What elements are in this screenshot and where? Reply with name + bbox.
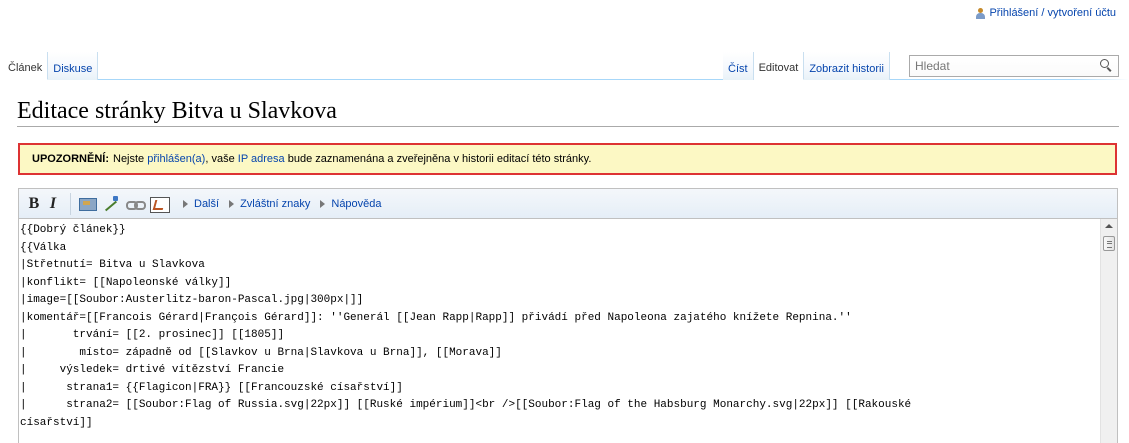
image-icon[interactable] xyxy=(149,194,170,214)
edit-toolbar: B I Další Zvláštní znaky Nápověda xyxy=(19,189,1117,219)
wikitext-content: {{Dobrý článek}} {{Válka |Střetnutí= Bit… xyxy=(20,224,912,429)
italic-button[interactable]: I xyxy=(45,194,61,214)
tab-history[interactable]: Zobrazit historii xyxy=(804,52,890,80)
ip-address-link[interactable]: IP adresa xyxy=(238,153,285,165)
menu-help-label: Nápověda xyxy=(331,197,382,210)
menu-more[interactable]: Další xyxy=(183,198,219,210)
title-divider xyxy=(17,126,1119,127)
scrollbar-thumb[interactable] xyxy=(1103,236,1115,251)
login-link[interactable]: Přihlášení / vytvoření účtu xyxy=(989,7,1116,19)
link-icon[interactable] xyxy=(125,194,146,214)
warning-text-2: , vaše xyxy=(205,153,235,165)
tab-edit-label: Editovat xyxy=(758,62,799,74)
menu-help[interactable]: Nápověda xyxy=(320,197,382,210)
wikitext-textarea[interactable]: {{Dobrý článek}} {{Válka |Střetnutí= Bit… xyxy=(19,219,1117,443)
tab-read-label: Číst xyxy=(728,63,748,75)
warning-text-1: Nejste xyxy=(113,153,145,165)
triangle-right-icon xyxy=(320,199,326,208)
personal-tools: Přihlášení / vytvoření účtu xyxy=(976,7,1116,19)
view-tabs: Číst Editovat Zobrazit historii xyxy=(723,52,890,80)
page-title: Editace stránky Bitva u Slavkova xyxy=(17,98,337,124)
menu-special-characters-label: Zvláštní znaky xyxy=(240,197,311,210)
scroll-up-arrow-icon[interactable] xyxy=(1105,224,1113,228)
tab-read[interactable]: Číst xyxy=(723,52,754,80)
tab-article[interactable]: Článek xyxy=(0,52,49,80)
login-link-warning[interactable]: přihlášen(a) xyxy=(147,153,205,165)
tab-discussion-label: Diskuse xyxy=(53,63,93,75)
menu-special-characters[interactable]: Zvláštní znaky xyxy=(229,198,310,210)
toolbar-separator xyxy=(70,192,71,215)
edit-form: B I Další Zvláštní znaky Nápověda {{Dobr… xyxy=(18,188,1118,443)
tab-divider xyxy=(0,79,1129,80)
signature-icon[interactable] xyxy=(77,194,97,214)
triangle-right-icon xyxy=(229,199,235,208)
pen-icon[interactable] xyxy=(101,194,121,214)
bold-button[interactable]: B xyxy=(26,194,42,214)
warning-label: UPOZORNĚNÍ: xyxy=(32,153,109,165)
vertical-scrollbar[interactable] xyxy=(1100,219,1117,443)
tab-article-label: Článek xyxy=(8,62,43,74)
user-icon xyxy=(976,7,986,19)
tab-history-label: Zobrazit historii xyxy=(809,63,884,75)
warning-text-3: bude zaznamenána a zveřejněna v historii… xyxy=(287,153,592,165)
search-box xyxy=(909,55,1119,77)
search-icon[interactable] xyxy=(1100,59,1114,73)
menu-more-label: Další xyxy=(194,197,220,210)
triangle-right-icon xyxy=(183,199,188,208)
anon-warning: UPOZORNĚNÍ: Nejste přihlášen(a) , vaše I… xyxy=(18,143,1117,175)
tab-discussion[interactable]: Diskuse xyxy=(48,52,99,80)
search-input[interactable] xyxy=(910,59,1090,73)
namespace-tabs: Článek Diskuse xyxy=(0,52,99,80)
tab-edit[interactable]: Editovat xyxy=(753,52,805,80)
